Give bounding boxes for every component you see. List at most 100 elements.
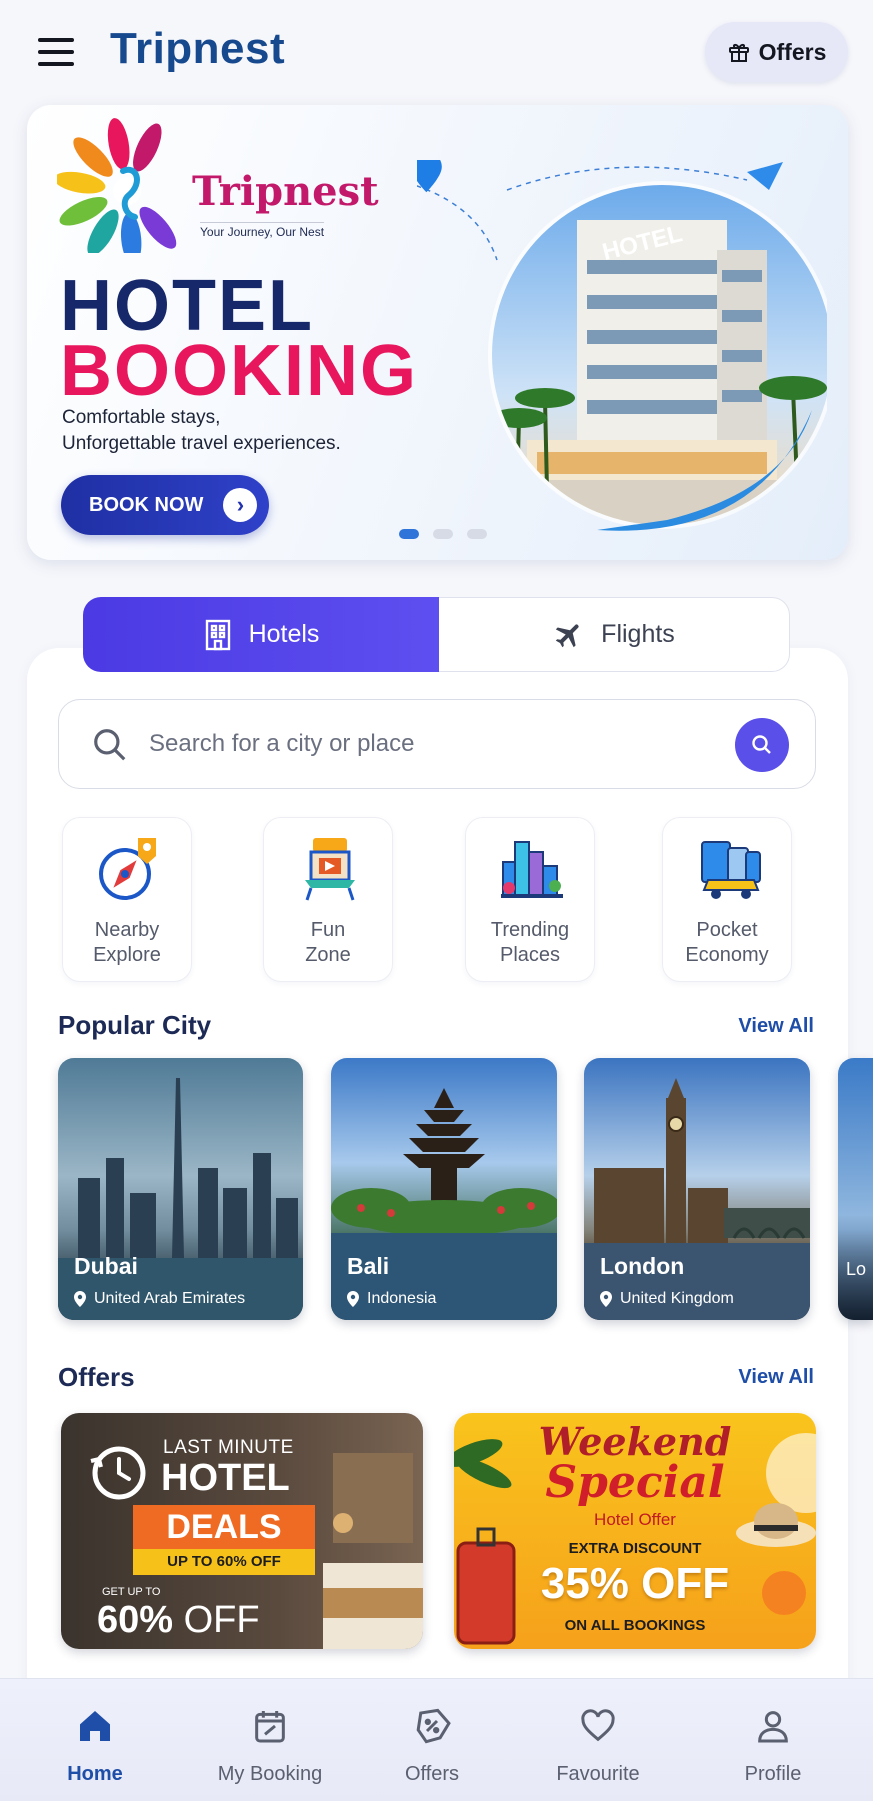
offer-subtitle: Hotel Offer bbox=[594, 1510, 676, 1529]
popular-city-title: Popular City bbox=[58, 1010, 212, 1040]
bottom-navigation: Home My Booking Offers Favourite Profile bbox=[0, 1678, 873, 1801]
category-trending-places[interactable]: Trending Places bbox=[465, 817, 595, 982]
offer-big-text: 60% OFF bbox=[97, 1599, 260, 1642]
logo-tagline: Your Journey, Our Nest bbox=[200, 222, 325, 239]
bali-temple-illustration bbox=[331, 1088, 557, 1320]
city-card-london[interactable]: London United Kingdom bbox=[584, 1058, 810, 1320]
nav-home[interactable]: Home bbox=[15, 1679, 175, 1801]
user-icon bbox=[758, 1711, 788, 1743]
book-now-label: BOOK NOW bbox=[89, 493, 204, 516]
banner-subtitle-line2: Unforgettable travel experiences. bbox=[62, 433, 341, 454]
banner-subtitle-line1: Comfortable stays, bbox=[62, 407, 221, 428]
category-label-line1: Trending bbox=[490, 919, 570, 941]
offer-script-line2: Special bbox=[545, 1457, 725, 1508]
chevron-right-icon: › bbox=[223, 488, 258, 522]
category-label: Fun Zone bbox=[264, 918, 392, 968]
category-label-line2: Economy bbox=[685, 944, 769, 966]
banner-title-line2: BOOKING bbox=[60, 331, 419, 411]
offer-card-weekend-special[interactable]: Weekend Special Hotel Offer EXTRA DISCOU… bbox=[454, 1413, 816, 1649]
category-pocket-economy[interactable]: Pocket Economy bbox=[662, 817, 792, 982]
offer-card-last-minute[interactable]: LAST MINUTE HOTEL DEALS UP TO 60% OFF GE… bbox=[61, 1413, 423, 1649]
city-country-label: Indonesia bbox=[367, 1290, 437, 1307]
carousel-dot[interactable] bbox=[433, 529, 453, 539]
logo-petals-icon bbox=[54, 118, 177, 265]
search-icon bbox=[94, 729, 126, 761]
offer-big-suffix: OFF bbox=[183, 1599, 260, 1641]
category-label: Pocket Economy bbox=[663, 918, 791, 968]
calendar-check-icon bbox=[255, 1711, 285, 1743]
airplane-icon bbox=[555, 624, 579, 647]
menu-icon[interactable] bbox=[38, 38, 74, 66]
hotel-room-illustration bbox=[323, 1453, 423, 1649]
category-label: Nearby Explore bbox=[63, 918, 191, 968]
city-name: Bali bbox=[347, 1253, 390, 1279]
offer-big-value: 60% bbox=[97, 1599, 174, 1641]
nav-favourite-label: Favourite bbox=[556, 1763, 640, 1785]
search-bar bbox=[58, 699, 816, 789]
city-country-label: United Kingdom bbox=[620, 1290, 734, 1307]
book-now-button[interactable]: BOOK NOW › bbox=[61, 475, 269, 535]
gift-icon bbox=[728, 44, 749, 62]
nav-home-label: Home bbox=[67, 1763, 123, 1785]
offer-footer-text: ON ALL BOOKINGS bbox=[564, 1617, 706, 1634]
app-header: Tripnest Offers bbox=[0, 0, 873, 100]
building-icon bbox=[205, 619, 230, 650]
location-pin-icon bbox=[74, 1291, 86, 1307]
city-card-dubai[interactable]: Dubai United Arab Emirates bbox=[58, 1058, 303, 1320]
nav-profile[interactable]: Profile bbox=[693, 1679, 853, 1801]
nav-profile-label: Profile bbox=[744, 1763, 802, 1785]
offers-button[interactable]: Offers bbox=[705, 22, 848, 82]
city-buildings-icon bbox=[501, 841, 563, 898]
category-label-line1: Fun bbox=[310, 919, 346, 941]
category-label-line1: Pocket bbox=[696, 919, 758, 941]
category-label-line2: Zone bbox=[305, 944, 351, 966]
tripnest-logo: Tripnest Your Journey, Our Nest bbox=[54, 113, 379, 265]
hero-banner[interactable]: Tripnest Your Journey, Our Nest HOTEL BO… bbox=[27, 105, 848, 560]
search-input[interactable] bbox=[149, 720, 689, 768]
nav-favourite[interactable]: Favourite bbox=[518, 1679, 678, 1801]
carousel-dots[interactable] bbox=[399, 529, 487, 539]
category-fun-zone[interactable]: Fun Zone bbox=[263, 817, 393, 982]
search-icon bbox=[752, 735, 771, 754]
category-label-line2: Places bbox=[499, 944, 561, 966]
dubai-skyline-illustration bbox=[58, 1078, 303, 1320]
offer-extra-text: EXTRA DISCOUNT bbox=[568, 1540, 702, 1557]
location-pin-icon bbox=[347, 1291, 359, 1307]
city-card-partial[interactable]: Lo bbox=[838, 1058, 873, 1320]
compass-pin-icon bbox=[99, 838, 156, 900]
offer-big-discount: 35% OFF bbox=[540, 1559, 730, 1608]
tab-hotels[interactable]: Hotels bbox=[83, 597, 439, 672]
city-name: Lo bbox=[846, 1259, 867, 1279]
tab-flights[interactable]: Flights bbox=[439, 597, 790, 672]
nav-my-booking[interactable]: My Booking bbox=[190, 1679, 350, 1801]
luggage-car-icon bbox=[701, 841, 761, 899]
offer-headline: HOTEL bbox=[161, 1457, 290, 1499]
category-label-line2: Explore bbox=[93, 944, 161, 966]
search-submit-button[interactable] bbox=[735, 718, 789, 772]
offer-small-text: GET UP TO bbox=[102, 1586, 161, 1598]
offers-title: Offers bbox=[58, 1362, 135, 1392]
offers-button-label: Offers bbox=[758, 38, 827, 65]
heart-icon bbox=[581, 1709, 615, 1742]
offer-strip: UP TO 60% OFF bbox=[133, 1549, 315, 1575]
city-card-bali[interactable]: Bali Indonesia bbox=[331, 1058, 557, 1320]
banner-subtitle: Comfortable stays, Unforgettable travel … bbox=[62, 405, 392, 457]
london-bigben-illustration bbox=[584, 1078, 810, 1320]
nav-my-booking-label: My Booking bbox=[217, 1763, 323, 1785]
hotel-illustration: HOTEL bbox=[417, 160, 827, 531]
city-country: United Arab Emirates bbox=[74, 1290, 245, 1308]
city-country: United Kingdom bbox=[600, 1290, 734, 1308]
app-title: Tripnest bbox=[110, 24, 286, 73]
clock-icon bbox=[90, 1446, 146, 1500]
popular-city-view-all[interactable]: View All bbox=[738, 1015, 814, 1038]
offer-deals-badge: DEALS bbox=[133, 1505, 315, 1549]
carnival-booth-icon bbox=[305, 838, 355, 901]
carousel-dot[interactable] bbox=[399, 529, 419, 539]
nav-offers-label: Offers bbox=[404, 1763, 460, 1785]
city-country: Indonesia bbox=[347, 1290, 436, 1308]
offers-view-all[interactable]: View All bbox=[738, 1366, 814, 1389]
carousel-dot[interactable] bbox=[467, 529, 487, 539]
category-nearby-explore[interactable]: Nearby Explore bbox=[62, 817, 192, 982]
nav-offers[interactable]: Offers bbox=[352, 1679, 512, 1801]
tab-flights-label: Flights bbox=[601, 620, 675, 648]
